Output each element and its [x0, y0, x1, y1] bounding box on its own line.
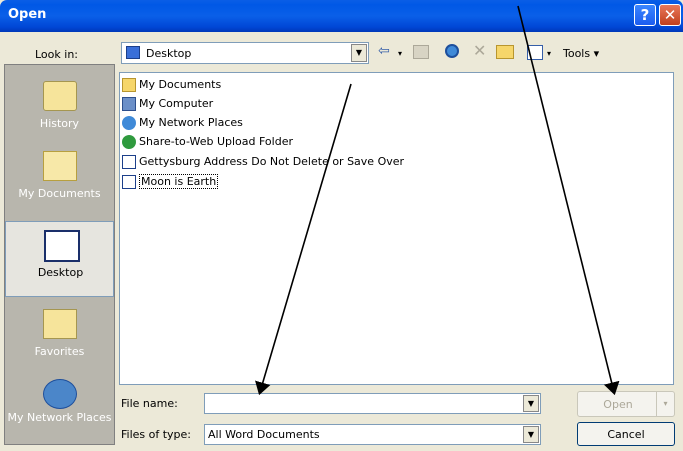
- arrow-to-open: [517, 5, 620, 396]
- open-dialog: Open ? ✕ Look in: Desktop ▼ ⇦ ▾ ✕ ▾ Tool…: [0, 0, 683, 451]
- arrow-to-filename: [255, 83, 352, 396]
- annotation-arrows: [255, 5, 620, 396]
